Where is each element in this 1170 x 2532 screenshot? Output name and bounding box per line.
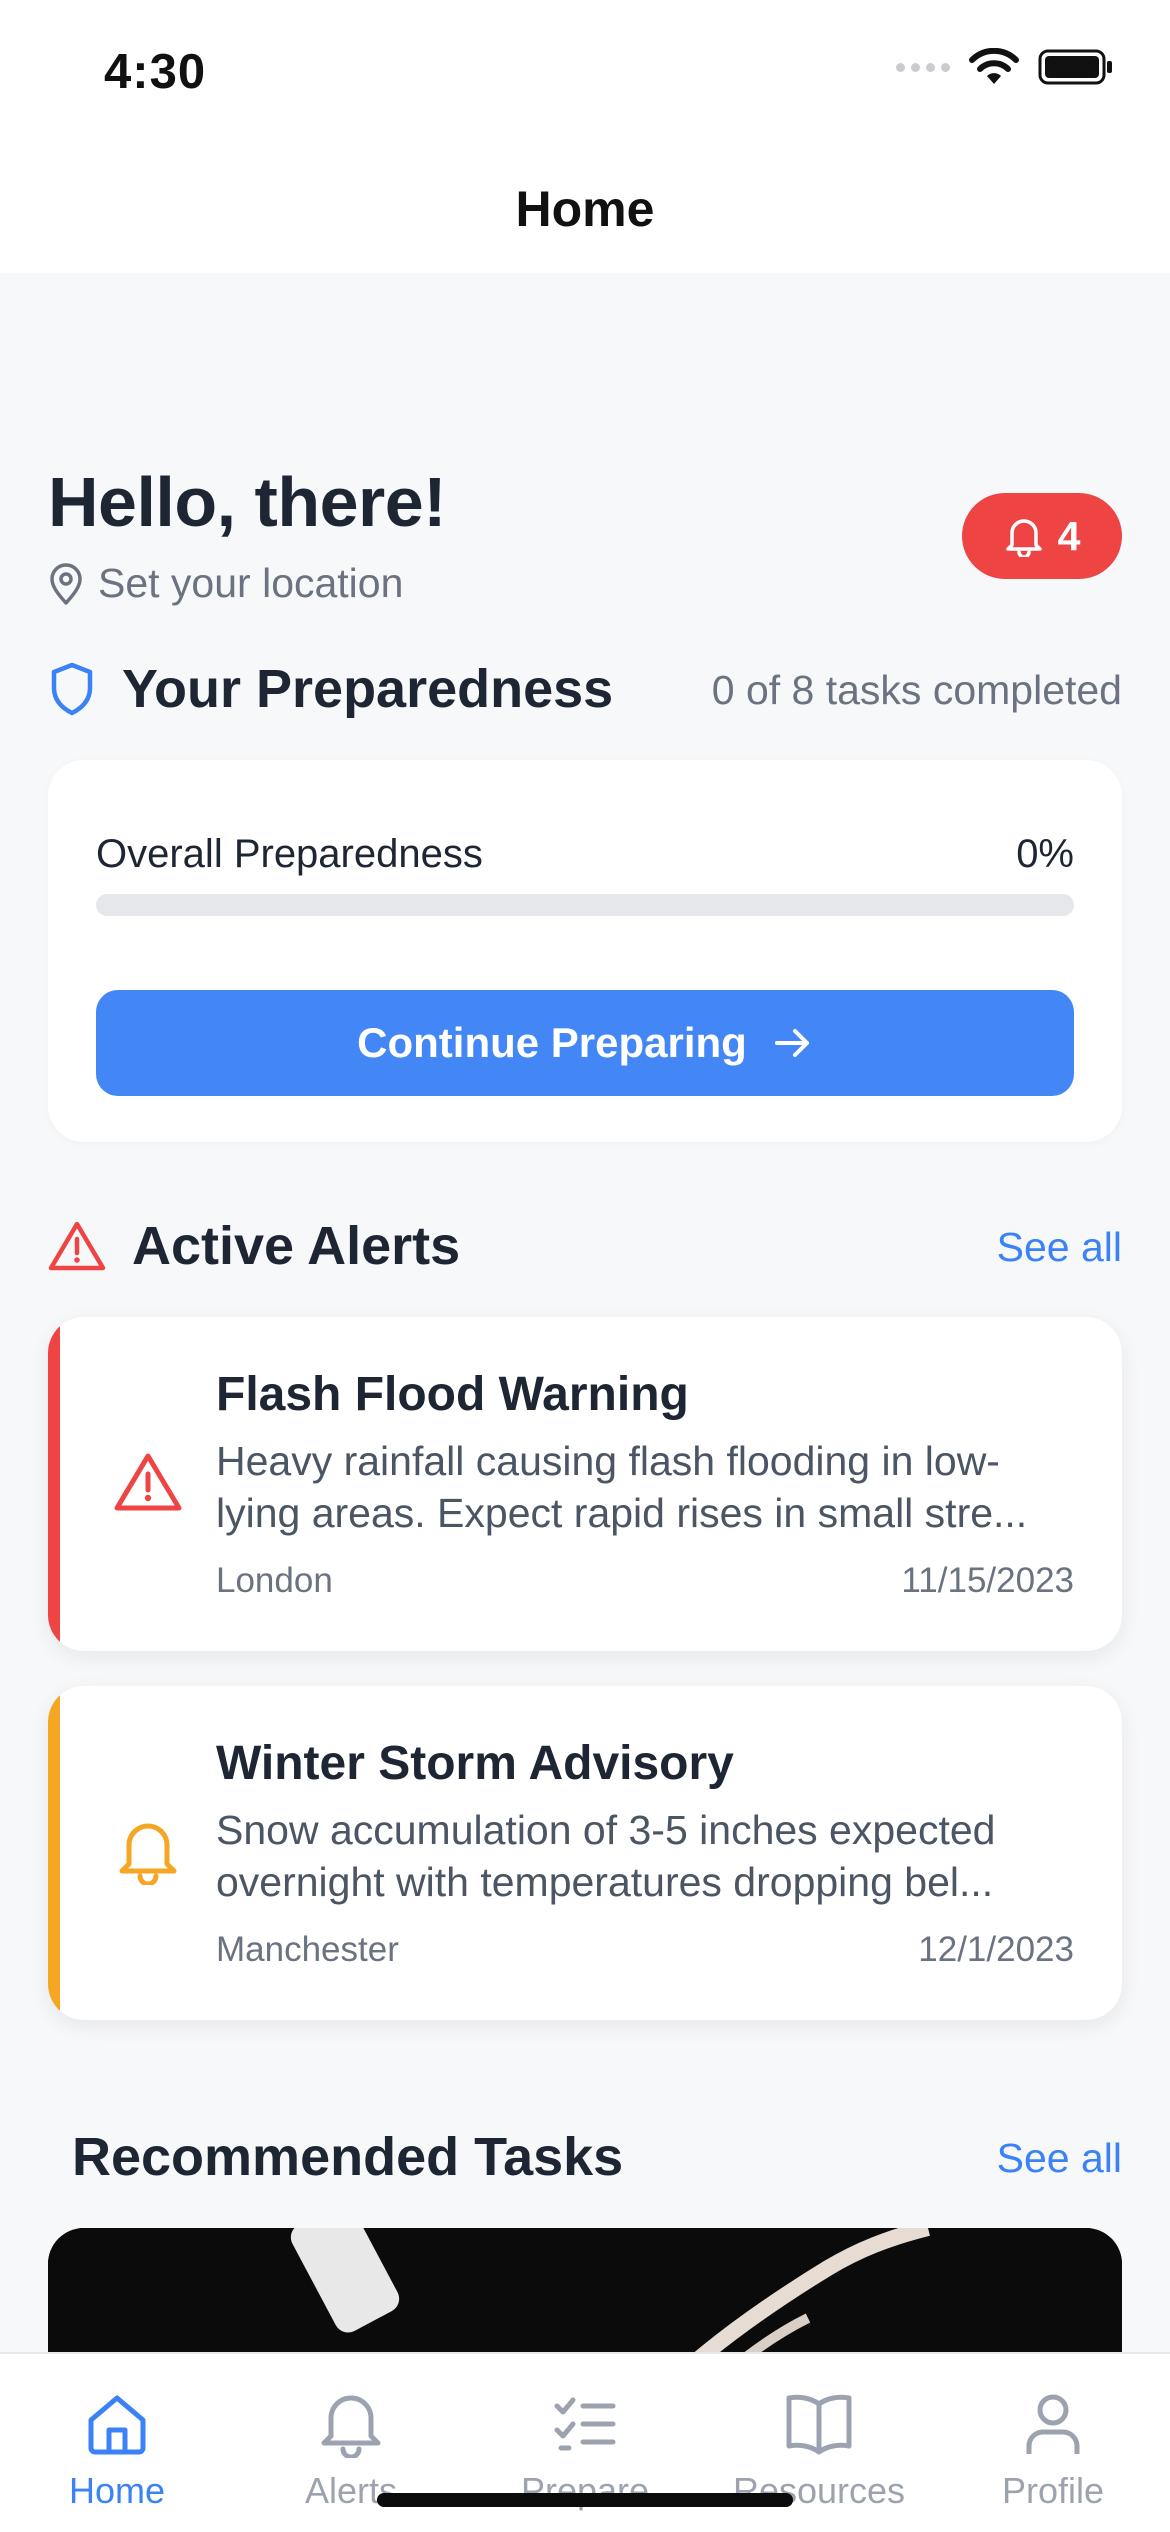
alerts-count: 4 [1057,512,1081,559]
alerts-see-all-link[interactable]: See all [997,1224,1122,1271]
bell-icon [108,1811,188,1891]
continue-preparing-button[interactable]: Continue Preparing [96,990,1074,1096]
shield-icon [51,662,93,716]
location-label: Set your location [98,560,404,606]
alert-description: Heavy rainfall causing flash flooding in… [216,1438,1028,1536]
cellular-signal-icon [896,62,950,72]
active-alerts-header: Active Alerts [48,1215,460,1277]
alert-title: Flash Flood Warning [216,1368,689,1421]
preparedness-header: Your Preparedness [48,658,613,720]
preparedness-percent: 0% [1016,832,1074,876]
alert-date: 11/15/2023 [901,1561,1074,1600]
bell-icon [1005,519,1042,557]
preparedness-progress-bar [96,894,1074,916]
bell-icon [321,2395,381,2458]
recommended-tasks-title: Recommended Tasks [72,2127,624,2187]
alert-title: Winter Storm Advisory [216,1737,734,1790]
alert-description: Snow accumulation of 3-5 inches expected… [216,1807,996,1905]
warning-triangle-icon [108,1442,188,1522]
status-time: 4:30 [104,45,207,99]
tab-profile[interactable]: Profile [936,2390,1170,2512]
home-screen: 4:30 Home Hello, there! Set your locatio… [0,0,1170,2532]
alert-severity-stripe [48,1686,60,2020]
warning-triangle-icon [48,1221,106,1271]
set-location-link[interactable]: Set your location [48,560,403,607]
map-pin-icon [50,562,82,605]
top-bar: 4:30 Home [0,0,1170,273]
active-alerts-title: Active Alerts [132,1216,461,1276]
alert-card-winter-storm[interactable]: Winter Storm Advisory Snow accumulation … [48,1686,1122,2020]
preparedness-title: Your Preparedness [122,659,614,719]
status-icons [896,48,1114,86]
page-title: Home [515,181,655,237]
tasks-see-all-link[interactable]: See all [997,2135,1122,2182]
alerts-count-button[interactable]: 4 [962,493,1122,579]
continue-preparing-label: Continue Preparing [357,1019,747,1066]
wifi-icon [969,48,1019,84]
arrow-right-icon [774,1029,809,1057]
alert-date: 12/1/2023 [918,1930,1074,1969]
book-icon [786,2394,852,2455]
home-indicator [377,2493,793,2507]
alert-card-flash-flood[interactable]: Flash Flood Warning Heavy rainfall causi… [48,1317,1122,1651]
alert-location: London [216,1561,333,1600]
tab-home-label: Home [68,2470,166,2511]
tab-home[interactable]: Home [0,2390,234,2512]
preparedness-card: Overall Preparedness 0% Continue Prepari… [48,760,1122,1142]
checklist-icon [554,2397,616,2451]
alert-location: Manchester [216,1930,399,1969]
tab-profile-label: Profile [1001,2470,1105,2511]
battery-icon [1038,49,1112,85]
overall-preparedness-label: Overall Preparedness [96,832,483,876]
home-icon [88,2395,146,2455]
tasks-summary: 0 of 8 tasks completed [711,667,1122,713]
person-icon [1026,2394,1080,2454]
recommended-tasks-header: Recommended Tasks [72,2126,623,2188]
alert-severity-stripe [48,1317,60,1651]
greeting-title: Hello, there! [48,463,447,541]
